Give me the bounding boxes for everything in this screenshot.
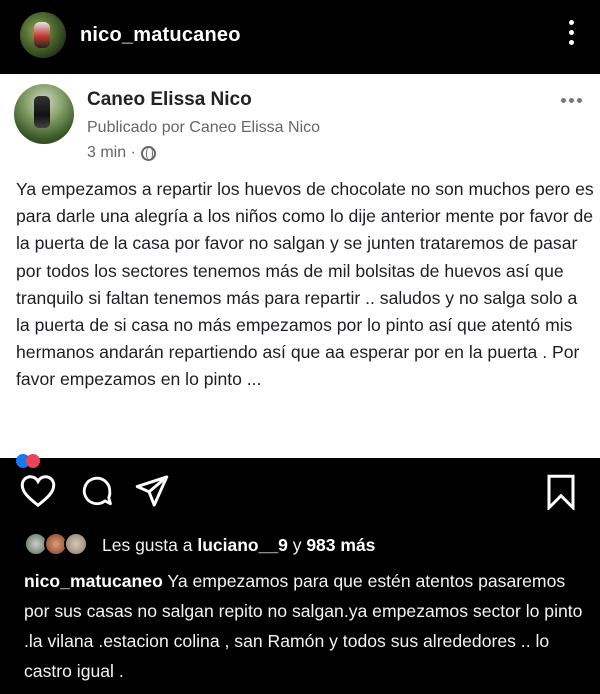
- post-header: nico_matucaneo: [0, 0, 600, 74]
- globe-icon: [140, 145, 156, 161]
- fb-timestamp: 3 min ·: [87, 144, 156, 162]
- likes-user[interactable]: luciano__9: [197, 535, 287, 556]
- fb-time-text: 3 min ·: [87, 144, 136, 161]
- comment-icon[interactable]: [80, 474, 114, 513]
- caption-username[interactable]: nico_matucaneo: [24, 571, 163, 591]
- fb-published-by: Publicado por Caneo Elissa Nico: [87, 119, 321, 136]
- fb-post-body: Ya empezamos a repartir los huevos de ch…: [16, 179, 594, 390]
- bookmark-icon[interactable]: [546, 474, 576, 515]
- post-image[interactable]: Caneo Elissa Nico Publicado por Caneo El…: [0, 74, 600, 468]
- fb-more-icon: [561, 98, 582, 103]
- heart-icon[interactable]: [20, 474, 56, 513]
- liker-avatars: [24, 532, 96, 558]
- action-bar: [0, 458, 600, 524]
- fb-author-avatar: [14, 84, 74, 144]
- liker-avatar: [64, 532, 88, 556]
- avatar[interactable]: [20, 12, 66, 58]
- likes-count[interactable]: 983 más: [306, 535, 375, 556]
- likes-prefix: Les gusta a: [102, 534, 193, 555]
- likes-connector: y: [292, 534, 302, 555]
- paper-plane-icon[interactable]: [134, 474, 170, 513]
- more-options-icon[interactable]: [566, 20, 576, 50]
- fb-author-name: Caneo Elissa Nico: [87, 89, 252, 110]
- header-username[interactable]: nico_matucaneo: [80, 24, 241, 47]
- post-caption: nico_matucaneo Ya empezamos para que est…: [24, 566, 584, 686]
- likes-summary[interactable]: Les gusta a luciano__9 y 983 más: [24, 530, 375, 560]
